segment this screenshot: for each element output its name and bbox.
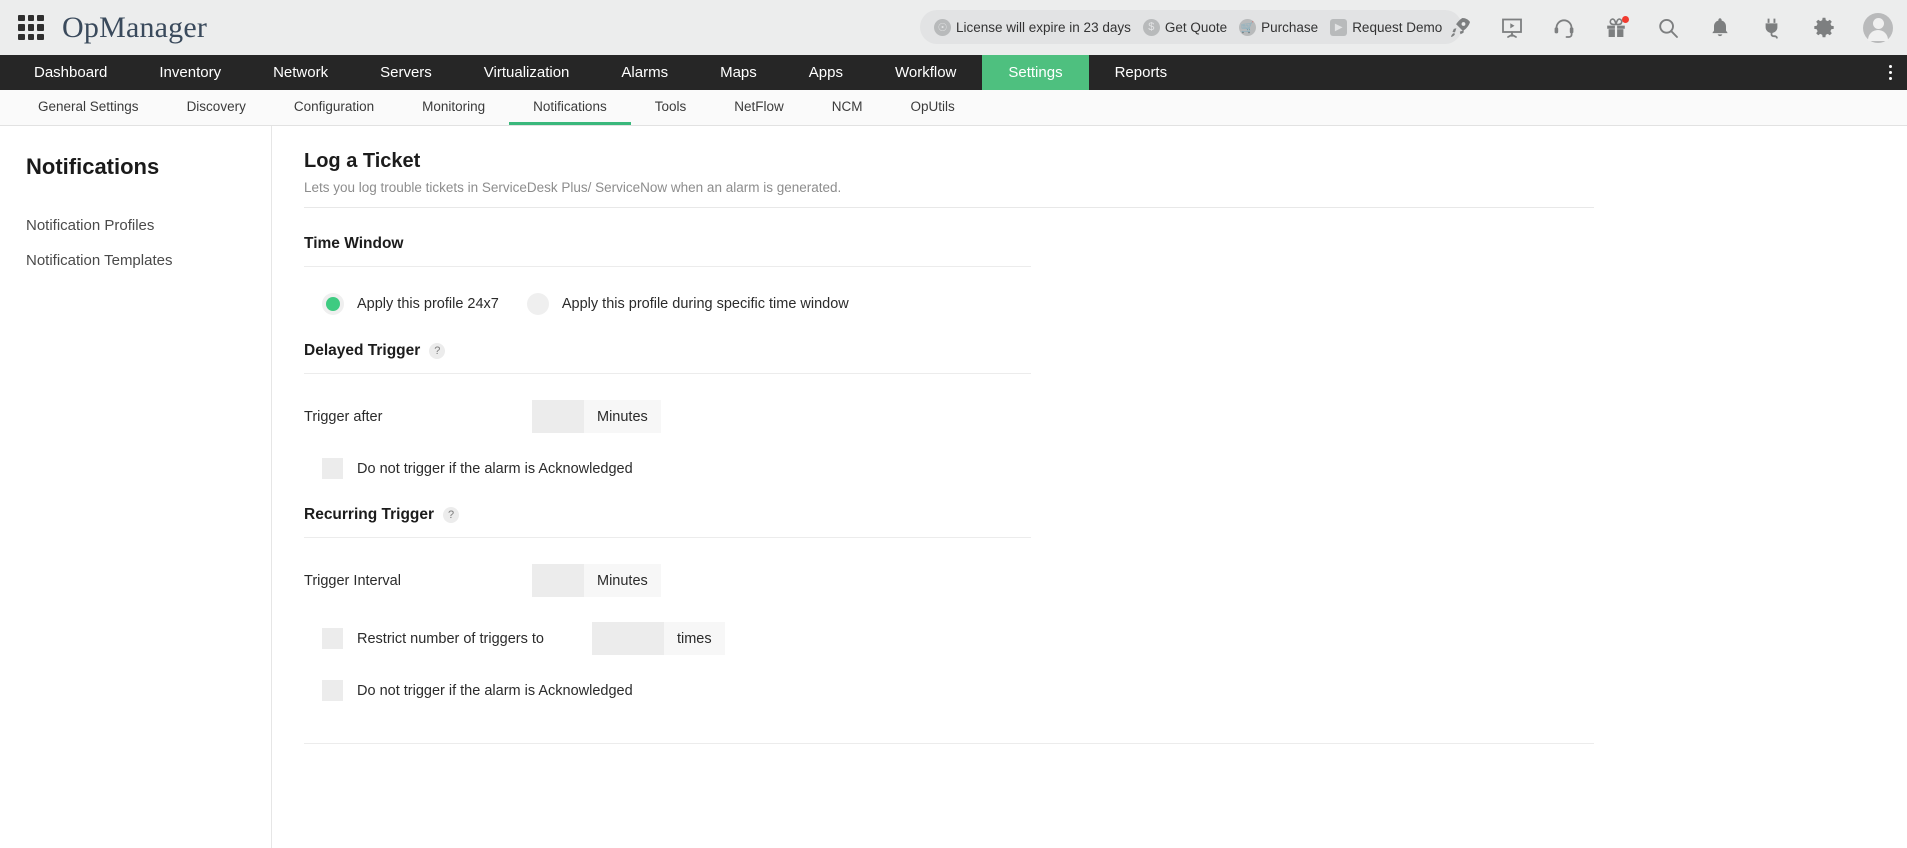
request-demo-label: Request Demo bbox=[1352, 19, 1443, 35]
page-title: Log a Ticket bbox=[304, 150, 421, 172]
get-quote-label: Get Quote bbox=[1164, 19, 1228, 35]
nav-item-settings[interactable]: Settings bbox=[982, 55, 1089, 90]
restrict-triggers-checkbox[interactable] bbox=[322, 628, 343, 649]
tab-tools[interactable]: Tools bbox=[631, 90, 711, 125]
restrict-triggers-unit-label: times bbox=[663, 622, 725, 655]
sidebar-item-notification-templates[interactable]: Notification Templates bbox=[0, 243, 271, 278]
restrict-triggers-count-input[interactable] bbox=[591, 622, 664, 655]
trigger-interval-input[interactable] bbox=[532, 564, 584, 597]
purchase-label: Purchase bbox=[1261, 19, 1319, 35]
recurring-ack-checkbox-label: Do not trigger if the alarm is Acknowled… bbox=[357, 682, 633, 699]
nav-item-alarms[interactable]: Alarms bbox=[595, 55, 694, 90]
nav-item-maps[interactable]: Maps bbox=[694, 55, 783, 90]
trigger-after-row: Trigger after Minutes bbox=[304, 400, 1875, 433]
delayed-trigger-section-header: Delayed Trigger ? bbox=[304, 342, 1875, 360]
plug-addon-icon[interactable] bbox=[1759, 15, 1785, 41]
vertical-dots-more-icon[interactable] bbox=[1879, 55, 1901, 90]
request-demo-item[interactable]: ▶ Request Demo bbox=[1330, 18, 1448, 36]
gear-settings-icon[interactable] bbox=[1811, 15, 1837, 41]
dollar-icon: $ bbox=[1142, 18, 1160, 36]
page-body: Notifications Notification Profiles Noti… bbox=[0, 126, 1907, 848]
sidebar-heading: Notifications bbox=[26, 154, 160, 179]
bottom-divider bbox=[304, 743, 1594, 744]
tab-discovery[interactable]: Discovery bbox=[163, 90, 270, 125]
question-mark-icon[interactable]: ? bbox=[443, 507, 460, 523]
main-content: Log a Ticket Lets you log trouble ticket… bbox=[272, 126, 1907, 848]
tab-ncm[interactable]: NCM bbox=[808, 90, 887, 125]
trigger-interval-row: Trigger Interval Minutes bbox=[304, 564, 1875, 597]
radio-apply-24x7[interactable] bbox=[322, 293, 344, 315]
header-icon-group bbox=[1447, 0, 1893, 55]
gift-badge-dot bbox=[1622, 15, 1629, 23]
user-avatar-icon[interactable] bbox=[1863, 12, 1893, 43]
top-header-bar: OpManager ☉ License will expire in 23 da… bbox=[0, 0, 1907, 55]
tab-general-settings[interactable]: General Settings bbox=[14, 90, 163, 125]
delayed-trigger-divider bbox=[304, 373, 1031, 374]
license-badge-icon: ☉ bbox=[934, 18, 951, 36]
grid-apps-icon[interactable] bbox=[18, 14, 44, 41]
time-window-title: Time Window bbox=[304, 235, 404, 252]
nav-item-virtualization[interactable]: Virtualization bbox=[458, 55, 596, 90]
tab-configuration[interactable]: Configuration bbox=[270, 90, 398, 125]
recurring-ack-checkbox-row: Do not trigger if the alarm is Acknowled… bbox=[304, 680, 1875, 701]
left-sidebar: Notifications Notification Profiles Noti… bbox=[0, 126, 272, 848]
nav-item-reports[interactable]: Reports bbox=[1089, 55, 1194, 90]
nav-item-dashboard[interactable]: Dashboard bbox=[8, 55, 133, 90]
nav-item-servers[interactable]: Servers bbox=[354, 55, 458, 90]
headset-support-icon[interactable] bbox=[1551, 15, 1577, 41]
tab-notifications[interactable]: Notifications bbox=[509, 90, 631, 125]
license-expiry-item[interactable]: ☉ License will expire in 23 days bbox=[934, 18, 1137, 36]
main-navigation-bar: Dashboard Inventory Network Servers Virt… bbox=[0, 55, 1907, 90]
time-window-radio-group: Apply this profile 24x7 Apply this profi… bbox=[304, 293, 1875, 315]
delayed-ack-checkbox-label: Do not trigger if the alarm is Acknowled… bbox=[357, 460, 633, 477]
trigger-interval-label: Trigger Interval bbox=[304, 572, 401, 589]
settings-sub-navigation: General Settings Discovery Configuration… bbox=[0, 90, 1907, 126]
time-window-section-header: Time Window bbox=[304, 235, 1875, 253]
tab-netflow[interactable]: NetFlow bbox=[710, 90, 808, 125]
recurring-trigger-title: Recurring Trigger bbox=[304, 506, 435, 523]
nav-item-network[interactable]: Network bbox=[247, 55, 354, 90]
tab-monitoring[interactable]: Monitoring bbox=[398, 90, 509, 125]
monitor-play-icon: ▶ bbox=[1330, 18, 1348, 36]
title-divider bbox=[304, 207, 1594, 208]
recurring-ack-checkbox[interactable] bbox=[322, 680, 343, 701]
radio-apply-specific-window[interactable] bbox=[526, 293, 549, 315]
trigger-after-input[interactable] bbox=[532, 400, 584, 433]
recurring-trigger-divider bbox=[304, 537, 1031, 538]
cart-icon: 🛒 bbox=[1239, 18, 1257, 36]
delayed-ack-checkbox-row: Do not trigger if the alarm is Acknowled… bbox=[304, 458, 1875, 479]
restrict-triggers-label: Restrict number of triggers to bbox=[357, 630, 544, 647]
presentation-video-icon[interactable] bbox=[1499, 15, 1525, 41]
nav-item-apps[interactable]: Apps bbox=[783, 55, 869, 90]
trigger-after-unit-label: Minutes bbox=[584, 400, 661, 433]
bell-notification-icon[interactable] bbox=[1707, 15, 1733, 41]
license-expiry-label: License will expire in 23 days bbox=[956, 19, 1131, 35]
question-mark-icon[interactable]: ? bbox=[429, 343, 446, 359]
tab-oputils[interactable]: OpUtils bbox=[887, 90, 979, 125]
trigger-after-label: Trigger after bbox=[304, 408, 383, 425]
rocket-icon[interactable] bbox=[1447, 15, 1473, 41]
nav-item-workflow[interactable]: Workflow bbox=[869, 55, 982, 90]
app-brand-title: OpManager bbox=[62, 10, 208, 44]
sidebar-item-notification-profiles[interactable]: Notification Profiles bbox=[0, 208, 271, 243]
delayed-ack-checkbox[interactable] bbox=[322, 458, 343, 479]
radio-apply-specific-window-label: Apply this profile during specific time … bbox=[561, 296, 849, 312]
license-info-pill: ☉ License will expire in 23 days $ Get Q… bbox=[920, 10, 1463, 44]
page-subtitle: Lets you log trouble tickets in ServiceD… bbox=[304, 180, 842, 195]
purchase-item[interactable]: 🛒 Purchase bbox=[1239, 18, 1324, 36]
radio-apply-24x7-label: Apply this profile 24x7 bbox=[357, 296, 499, 312]
nav-item-inventory[interactable]: Inventory bbox=[133, 55, 247, 90]
restrict-triggers-row: Restrict number of triggers to times bbox=[304, 622, 1875, 655]
get-quote-item[interactable]: $ Get Quote bbox=[1142, 18, 1233, 36]
time-window-divider bbox=[304, 266, 1031, 267]
gift-icon[interactable] bbox=[1603, 15, 1629, 41]
delayed-trigger-title: Delayed Trigger bbox=[304, 342, 421, 359]
trigger-interval-unit-label: Minutes bbox=[584, 564, 661, 597]
recurring-trigger-section-header: Recurring Trigger ? bbox=[304, 506, 1875, 524]
search-icon[interactable] bbox=[1655, 15, 1681, 41]
